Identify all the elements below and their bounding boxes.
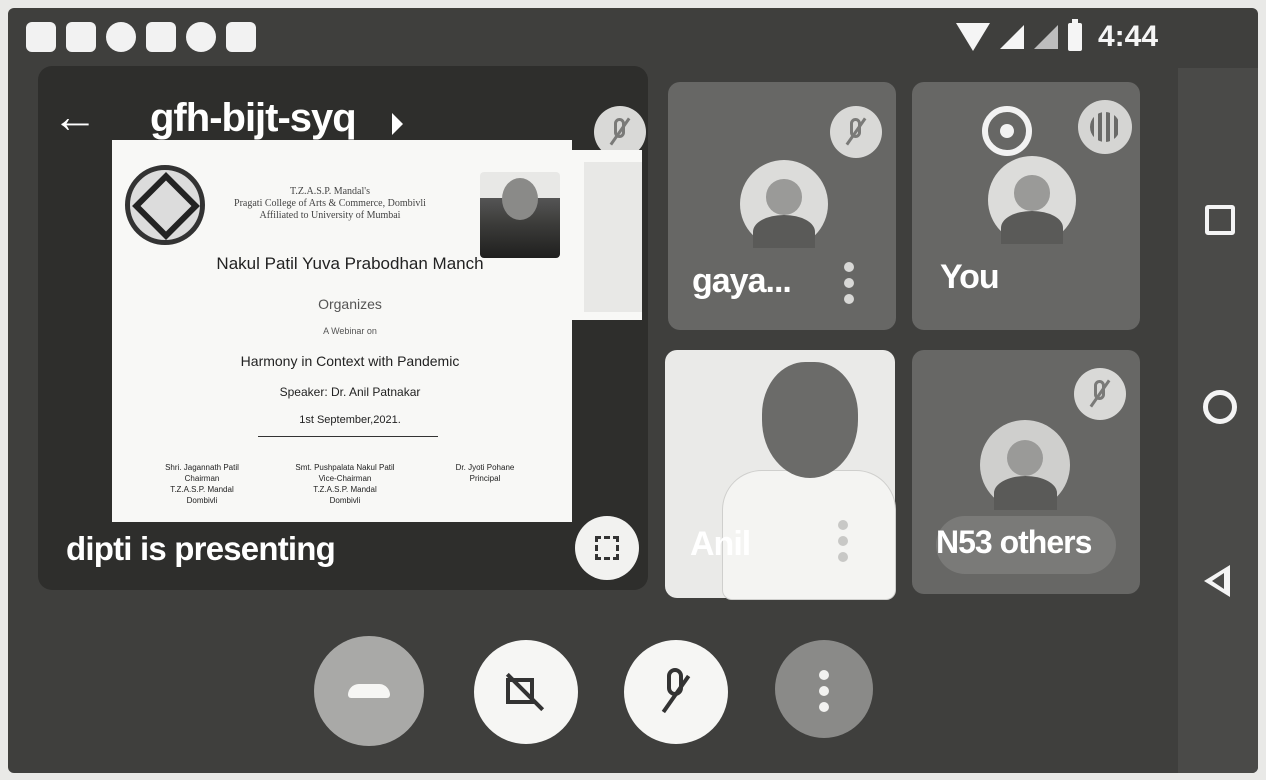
slide-side-panel <box>584 162 642 312</box>
dot <box>819 686 829 696</box>
signatory: Shri. Jagannath Patil Chairman T.Z.A.S.P… <box>165 463 239 505</box>
mic-muted-icon <box>830 106 882 158</box>
presenter-label: dipti is presenting <box>66 530 336 567</box>
end-call-button[interactable] <box>314 636 424 746</box>
status-bar: 4:44 <box>8 8 1258 68</box>
more-vert-icon[interactable] <box>844 262 854 310</box>
wifi-icon <box>955 23 990 51</box>
signatory: Dr. Jyoti Pohane Principal <box>455 463 515 483</box>
chevron-right-icon[interactable] <box>392 113 403 135</box>
signal-icon <box>999 25 1024 49</box>
slide-divider <box>258 436 438 437</box>
avatar <box>980 420 1070 510</box>
recents-icon[interactable] <box>1205 205 1235 235</box>
slide-title: Nakul Patil Yuva Prabodhan Manch <box>216 254 484 273</box>
heart-check-icon <box>186 22 216 52</box>
back-arrow-icon[interactable]: ← <box>52 93 98 139</box>
contacts-icon <box>146 22 176 52</box>
college-logo <box>125 165 205 245</box>
system-nav-bar <box>1178 68 1258 773</box>
slide-topic: Harmony in Context with Pandemic <box>240 353 460 369</box>
slide-webinar: A Webinar on <box>323 326 377 336</box>
switch-camera-icon[interactable] <box>982 106 1032 156</box>
back-triangle-icon[interactable] <box>1204 565 1230 597</box>
notification-icons <box>26 22 256 52</box>
more-vert-icon[interactable] <box>838 520 848 568</box>
fullscreen-button[interactable] <box>575 516 639 580</box>
participant-name: gaya... <box>692 262 792 300</box>
clock: 4:44 <box>1097 20 1158 53</box>
participant-name: You <box>940 258 1000 296</box>
slide-speaker: Speaker: Dr. Anil Patnakar <box>279 385 421 399</box>
institution-name: T.Z.A.S.P. Mandal's Pragati College of A… <box>234 186 426 221</box>
slide-date: 1st September,2021. <box>299 414 401 426</box>
whatsapp-icon <box>106 22 136 52</box>
camera-off-button[interactable] <box>474 640 578 744</box>
avatar <box>740 160 828 248</box>
home-icon[interactable] <box>1203 390 1237 424</box>
video-feed-head <box>762 362 858 478</box>
participant-name: Anil <box>690 525 751 563</box>
system-status: 4:44 <box>955 19 1158 54</box>
chief-guest-photo <box>480 172 560 258</box>
others-count: N53 others <box>936 524 1092 560</box>
image-icon <box>226 22 256 52</box>
battery-icon <box>1067 19 1082 51</box>
signal-outline-icon <box>1033 25 1058 49</box>
signatory: Smt. Pushpalata Nakul Patil Vice-Chairma… <box>295 463 395 505</box>
mic-off-button[interactable] <box>624 640 728 744</box>
video-camera-icon <box>26 22 56 52</box>
news-icon <box>66 22 96 52</box>
more-options-button[interactable] <box>775 640 873 738</box>
dot <box>819 702 829 712</box>
dot <box>819 670 829 680</box>
visual-effects-icon[interactable] <box>1078 100 1132 154</box>
avatar <box>988 156 1076 244</box>
slide-organizes: Organizes <box>318 296 382 312</box>
meeting-code[interactable]: gfh-bijt-syq <box>150 96 357 141</box>
mic-muted-icon <box>1074 368 1126 420</box>
